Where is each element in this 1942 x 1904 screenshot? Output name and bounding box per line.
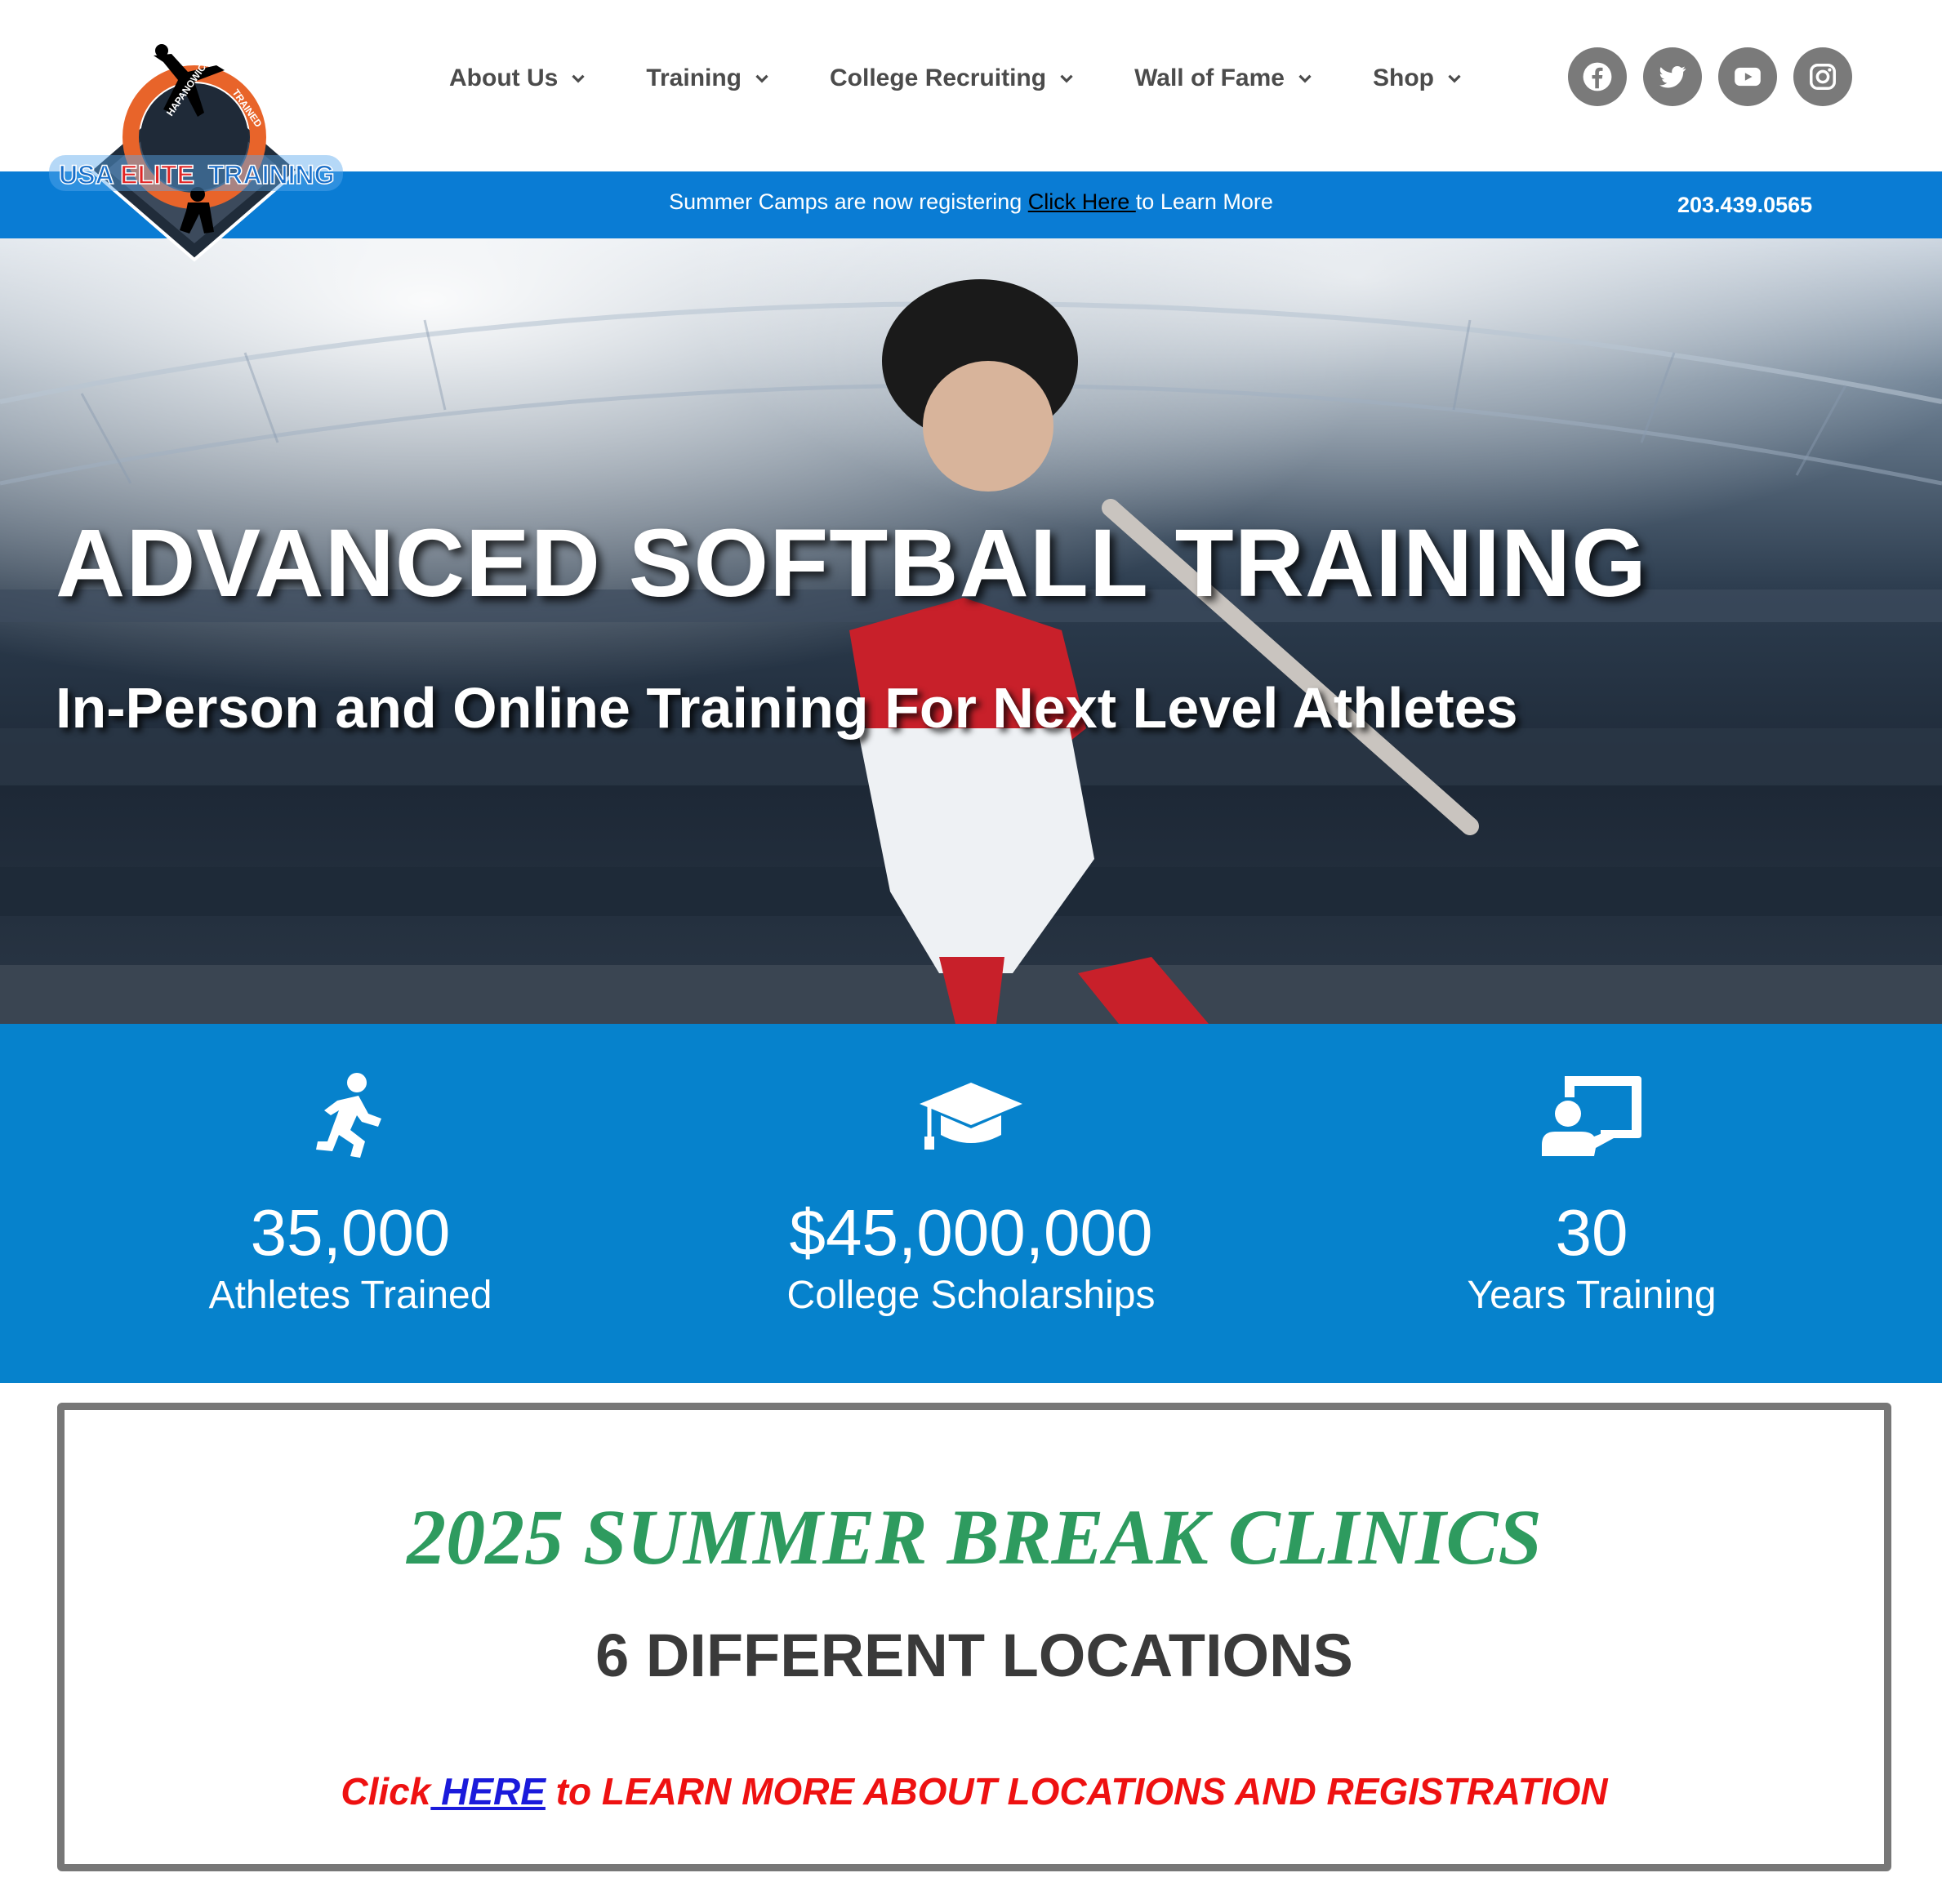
stat-value: $45,000,000 <box>789 1196 1153 1269</box>
nav-label: About Us <box>449 65 559 91</box>
clinics-title: 2025 SUMMER BREAK CLINICS <box>407 1493 1542 1581</box>
promo-click-here-link[interactable]: Click Here <box>1028 189 1136 214</box>
clinics-subtitle: 6 DIFFERENT LOCATIONS <box>595 1622 1353 1689</box>
stat-label: Years Training <box>1467 1274 1717 1317</box>
logo-word-training: TRAINING <box>208 160 335 189</box>
nav-label: Shop <box>1372 65 1434 91</box>
chevron-down-icon <box>1298 74 1312 83</box>
youtube-icon <box>1735 67 1761 87</box>
promo-text-after: to Learn More <box>1135 189 1273 214</box>
stat-label: Athletes Trained <box>208 1274 492 1317</box>
nav-about-us[interactable]: About Us <box>449 65 589 92</box>
phone-number[interactable]: 203.439.0565 <box>1677 193 1812 218</box>
site-header: HAPANOWICZ TRAINED USA ELITE TRAINING Ab… <box>0 0 1942 262</box>
instagram-icon <box>1810 64 1836 90</box>
nav-shop[interactable]: Shop <box>1373 65 1465 92</box>
promo-text-before: Summer Camps are now registering <box>669 189 1028 214</box>
chevron-down-icon <box>572 74 585 83</box>
logo-graphic: HAPANOWICZ TRAINED USA ELITE TRAINING <box>49 44 343 262</box>
stat-value: 35,000 <box>250 1196 451 1269</box>
nav-label: College Recruiting <box>830 65 1047 91</box>
stat-label: College Scholarships <box>786 1274 1156 1317</box>
chevron-down-icon <box>1448 74 1461 83</box>
nav-label: Training <box>646 65 742 91</box>
logo-wordmark: USA ELITE TRAINING <box>59 160 334 189</box>
logo-word-elite: ELITE <box>120 160 194 189</box>
hero-title: ADVANCED SOFTBALL TRAINING <box>56 509 1647 617</box>
cta-text-before: Click <box>341 1770 431 1813</box>
nav-wall-of-fame[interactable]: Wall of Fame <box>1134 65 1316 92</box>
hero-background-image <box>0 238 1942 1024</box>
facebook-icon <box>1583 62 1612 91</box>
youtube-button[interactable] <box>1718 47 1777 106</box>
cta-text-after: to LEARN MORE ABOUT LOCATIONS AND REGIST… <box>545 1770 1608 1813</box>
graduation-cap-icon <box>920 1083 1022 1150</box>
twitter-icon <box>1659 66 1686 88</box>
twitter-button[interactable] <box>1643 47 1702 106</box>
chevron-down-icon <box>1060 74 1073 83</box>
running-icon <box>316 1073 381 1158</box>
hero-subtitle: In-Person and Online Training For Next L… <box>56 676 1518 740</box>
nav-label: Wall of Fame <box>1134 65 1285 91</box>
teacher-board-icon <box>1542 1076 1641 1156</box>
clinics-cta: Click HERE to LEARN MORE ABOUT LOCATIONS… <box>65 1769 1884 1813</box>
stat-value: 30 <box>1555 1196 1628 1269</box>
nav-training[interactable]: Training <box>646 65 773 92</box>
nav-college-recruiting[interactable]: College Recruiting <box>830 65 1077 92</box>
instagram-button[interactable] <box>1793 47 1852 106</box>
logo-word-usa: USA <box>59 160 114 189</box>
hero-banner: ADVANCED SOFTBALL TRAINING In-Person and… <box>0 238 1942 1024</box>
site-logo[interactable]: HAPANOWICZ TRAINED USA ELITE TRAINING <box>49 39 343 268</box>
cta-here-link[interactable]: HERE <box>430 1770 546 1813</box>
stats-band: 35,000 Athletes Trained $45,000,000 Coll… <box>0 1024 1942 1383</box>
chevron-down-icon <box>755 74 768 83</box>
social-links <box>1568 47 1852 106</box>
main-nav: About Us Training College Recruiting Wal… <box>449 56 1522 101</box>
summer-clinics-box: 2025 SUMMER BREAK CLINICS 6 DIFFERENT LO… <box>57 1403 1891 1871</box>
facebook-button[interactable] <box>1568 47 1627 106</box>
